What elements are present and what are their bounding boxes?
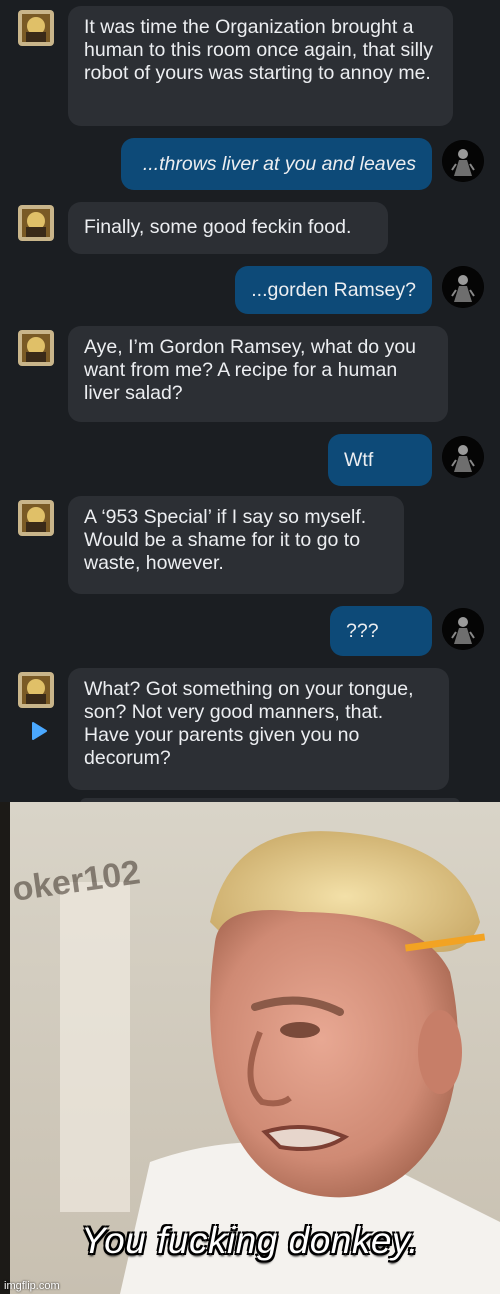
bot-message: Finally, some good feckin food. [68, 202, 388, 254]
bot-message: Aye, I’m Gordon Ramsey, what do you want… [68, 326, 448, 422]
chat-transcript: It was time the Organization brought a h… [0, 0, 500, 802]
user-message: ??? [330, 606, 432, 656]
message-text: A ‘953 Special’ if I say so myself. Woul… [84, 506, 367, 574]
meme-image: oker102 You fucking donkey. imgflip.com [0, 802, 500, 1294]
user-message: Wtf [328, 434, 432, 486]
user-message: ...throws liver at you and leaves [121, 138, 432, 190]
bot-avatar[interactable] [18, 500, 54, 536]
message-text: What? Got something on your tongue, son?… [84, 678, 414, 769]
user-message: ...gorden Ramsey? [235, 266, 432, 314]
bot-message: A ‘953 Special’ if I say so myself. Woul… [68, 496, 404, 594]
user-avatar[interactable] [442, 608, 484, 650]
bot-avatar[interactable] [18, 330, 54, 366]
message-text: ...gorden Ramsey? [251, 278, 416, 301]
message-text: ??? [346, 619, 379, 642]
bot-avatar[interactable] [18, 672, 54, 708]
message-text: Wtf [344, 448, 374, 471]
user-avatar[interactable] [442, 266, 484, 308]
message-text: It was time the Organization brought a h… [84, 16, 434, 84]
bot-avatar[interactable] [18, 10, 54, 46]
bot-message: What? Got something on your tongue, son?… [68, 668, 449, 790]
message-text: Aye, I’m Gordon Ramsey, what do you want… [84, 336, 417, 404]
message-text: ...throws liver at you and leaves [142, 152, 416, 175]
meme-caption: You fucking donkey. [81, 1220, 419, 1261]
user-avatar[interactable] [442, 436, 484, 478]
play-icon[interactable] [30, 722, 48, 740]
imgflip-credit: imgflip.com [4, 1280, 60, 1292]
bot-avatar[interactable] [18, 205, 54, 241]
user-avatar[interactable] [442, 140, 484, 182]
bot-message: It was time the Organization brought a h… [68, 6, 453, 126]
message-text: Finally, some good feckin food. [84, 215, 352, 238]
